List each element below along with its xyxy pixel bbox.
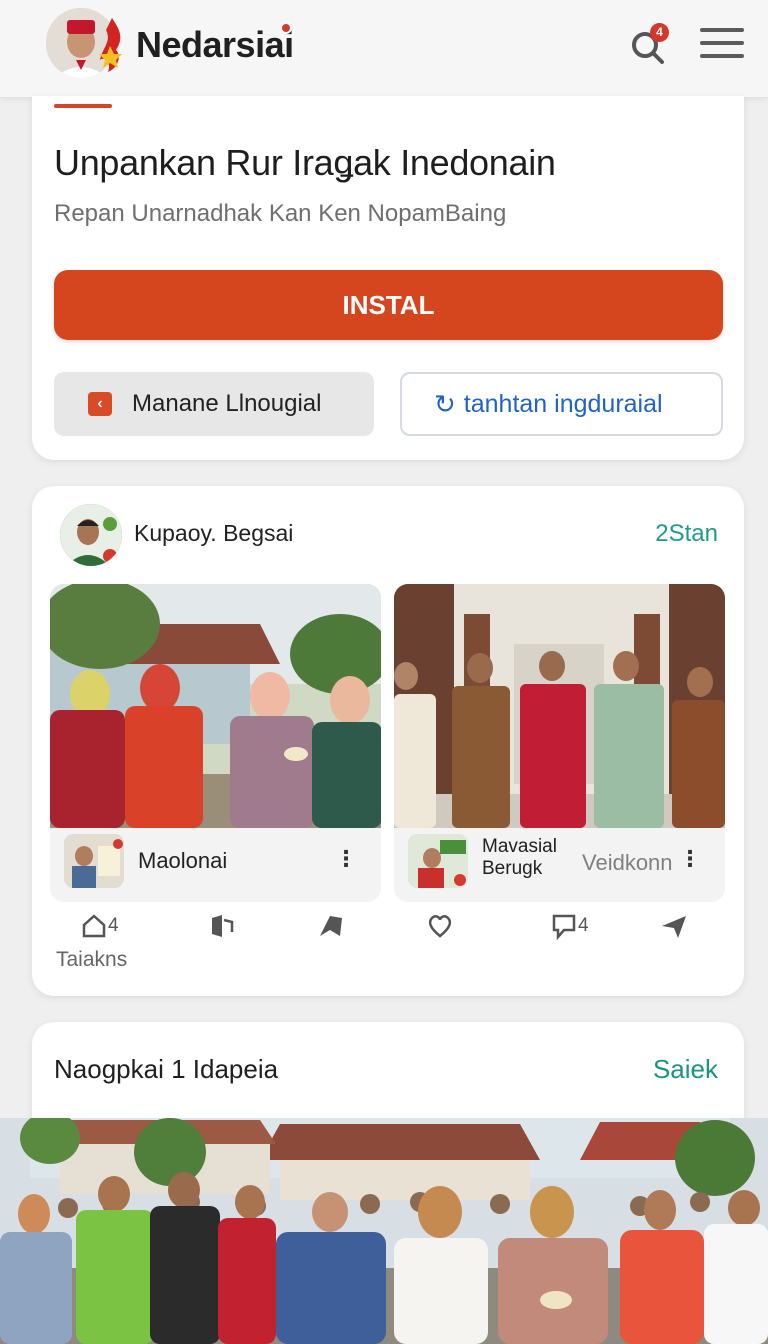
poster-avatar[interactable] (408, 834, 468, 888)
post-footer: Maolonai ⋮ (50, 828, 381, 902)
post-footer: Mavasial Berugk Veidkonn ⋮ (394, 828, 725, 902)
feed-footer-label[interactable]: Taiakns (56, 948, 127, 972)
post-actions: 4 4 (32, 908, 744, 948)
author-name[interactable]: Kupaoy. Begsai (134, 520, 293, 547)
group-photo[interactable] (0, 1118, 768, 1344)
feed-card: Kupaoy. Begsai 2Stan Maolonai ⋮ Mavasial… (32, 486, 744, 996)
back-arrow-icon: ‹ (88, 392, 112, 416)
post-photo-men-hallway (394, 584, 725, 828)
top-app-bar: Nedarsiai 4 (0, 0, 768, 98)
hero-subtitle: Repan Unarnadhak Kan Ken NopamBaing (54, 200, 507, 227)
poster-meta: Veidkonn (582, 850, 673, 875)
home-icon (82, 914, 106, 938)
connect-label: tanhtan ingduraial (463, 389, 663, 418)
more-options-icon[interactable]: ⋮ (335, 846, 357, 872)
see-all-link[interactable]: Saiek (653, 1054, 718, 1085)
author-avatar[interactable] (60, 504, 122, 566)
post-tile[interactable]: Maolonai ⋮ (50, 584, 381, 902)
send-action[interactable] (660, 908, 688, 944)
install-card: Unpankan Rur Iraǥak Inedonain Repan Unar… (32, 96, 744, 460)
manage-language-button[interactable]: ‹ Manane Llnougial (54, 372, 374, 436)
comment-icon (552, 914, 576, 940)
comment-count: 4 (578, 915, 589, 936)
bookmark-action[interactable] (316, 908, 344, 944)
live-dot (280, 22, 292, 34)
party-flag-icon (99, 18, 122, 72)
manage-language-label: Manane Llnougial (132, 390, 322, 417)
poster-name[interactable]: Mavasial Berugk (482, 836, 582, 880)
heart-icon (428, 915, 452, 938)
accent-bar (54, 104, 112, 108)
send-icon (662, 916, 686, 938)
home-action[interactable]: 4 (80, 908, 119, 944)
share-icon (212, 915, 234, 937)
post-time: 2Stan (655, 520, 718, 547)
share-action[interactable] (208, 908, 236, 944)
connect-button[interactable]: ↻ tanhtan ingduraial (400, 372, 723, 436)
app-title: Nedarsiai (136, 24, 294, 65)
hamburger-menu-icon[interactable] (700, 28, 744, 62)
poster-name[interactable]: Maolonai (138, 848, 227, 874)
post-photo-women-group (50, 584, 381, 828)
section-title: Naogpkai 1 Idapeia (54, 1054, 279, 1084)
more-options-icon[interactable]: ⋮ (679, 846, 701, 872)
hero-title: Unpankan Rur Iraǥak Inedonain (54, 142, 556, 183)
comment-action[interactable]: 4 (550, 908, 589, 944)
bookmark-icon (320, 916, 342, 936)
post-tile[interactable]: Mavasial Berugk Veidkonn ⋮ (394, 584, 725, 902)
home-count: 4 (108, 915, 119, 936)
notification-badge: 4 (650, 23, 669, 42)
poster-avatar[interactable] (64, 834, 124, 888)
sync-icon: ↻ (434, 388, 456, 419)
like-action[interactable] (426, 908, 454, 944)
install-button[interactable]: INSTAL (54, 270, 723, 340)
